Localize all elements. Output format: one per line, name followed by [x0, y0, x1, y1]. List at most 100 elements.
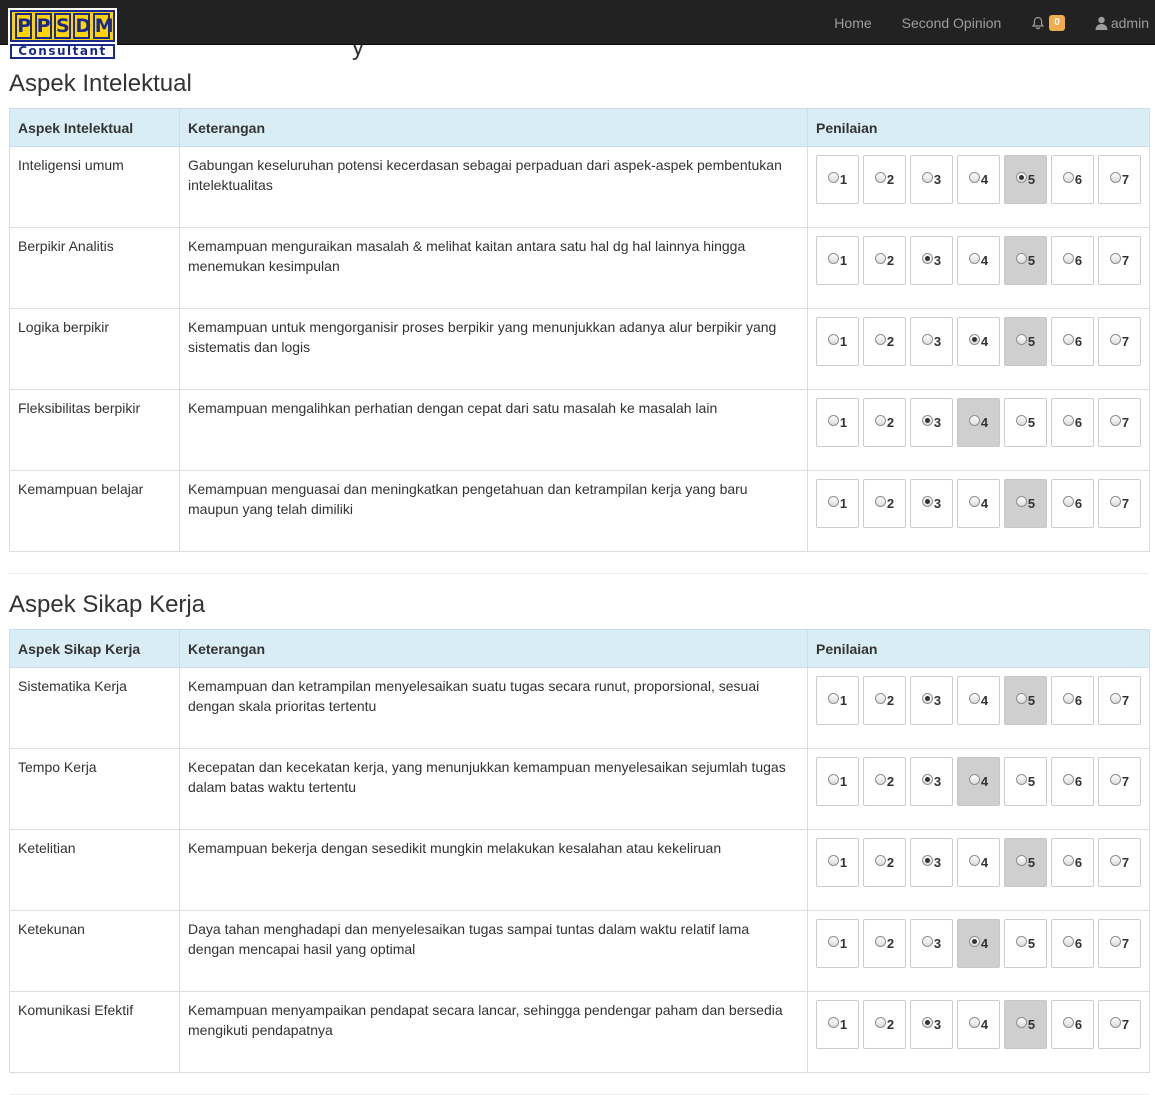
- radio-button[interactable]: [1109, 415, 1121, 426]
- rating-option-4[interactable]: 4: [957, 919, 1000, 968]
- radio-button[interactable]: [968, 253, 980, 264]
- radio-button[interactable]: [968, 855, 980, 866]
- rating-option-1[interactable]: 1: [816, 236, 859, 285]
- radio-button[interactable]: [1109, 253, 1121, 264]
- radio-button[interactable]: [1062, 496, 1074, 507]
- radio-button[interactable]: [968, 693, 980, 704]
- rating-option-1[interactable]: 1: [816, 1000, 859, 1049]
- rating-option-7[interactable]: 7: [1098, 838, 1141, 887]
- radio-button[interactable]: [968, 1017, 980, 1028]
- radio-button[interactable]: [968, 172, 980, 183]
- radio-button[interactable]: [1015, 774, 1027, 785]
- rating-option-7[interactable]: 7: [1098, 236, 1141, 285]
- rating-option-6[interactable]: 6: [1051, 479, 1094, 528]
- radio-button[interactable]: [827, 334, 839, 345]
- rating-option-4[interactable]: 4: [957, 676, 1000, 725]
- radio-button[interactable]: [968, 496, 980, 507]
- rating-option-5[interactable]: 5: [1004, 398, 1047, 447]
- rating-option-6[interactable]: 6: [1051, 236, 1094, 285]
- rating-option-5[interactable]: 5: [1004, 317, 1047, 366]
- rating-option-4[interactable]: 4: [957, 317, 1000, 366]
- user-menu[interactable]: admin: [1080, 0, 1149, 45]
- radio-button[interactable]: [1015, 253, 1027, 264]
- radio-button[interactable]: [1062, 855, 1074, 866]
- radio-button[interactable]: [827, 693, 839, 704]
- radio-button[interactable]: [1062, 253, 1074, 264]
- radio-button[interactable]: [1062, 774, 1074, 785]
- rating-option-2[interactable]: 2: [863, 155, 906, 204]
- radio-button[interactable]: [1109, 1017, 1121, 1028]
- radio-button[interactable]: [968, 415, 980, 426]
- radio-button[interactable]: [1015, 415, 1027, 426]
- rating-option-6[interactable]: 6: [1051, 398, 1094, 447]
- rating-option-5[interactable]: 5: [1004, 676, 1047, 725]
- rating-option-4[interactable]: 4: [957, 398, 1000, 447]
- radio-button[interactable]: [1109, 172, 1121, 183]
- rating-option-6[interactable]: 6: [1051, 317, 1094, 366]
- rating-option-3[interactable]: 3: [910, 155, 953, 204]
- radio-button[interactable]: [1062, 1017, 1074, 1028]
- rating-option-5[interactable]: 5: [1004, 1000, 1047, 1049]
- radio-button[interactable]: [1062, 172, 1074, 183]
- rating-option-7[interactable]: 7: [1098, 757, 1141, 806]
- rating-option-3[interactable]: 3: [910, 838, 953, 887]
- radio-button[interactable]: [827, 415, 839, 426]
- radio-button[interactable]: [921, 774, 933, 785]
- rating-option-6[interactable]: 6: [1051, 1000, 1094, 1049]
- rating-option-1[interactable]: 1: [816, 479, 859, 528]
- rating-option-5[interactable]: 5: [1004, 919, 1047, 968]
- radio-button[interactable]: [874, 172, 886, 183]
- radio-button[interactable]: [921, 172, 933, 183]
- rating-option-6[interactable]: 6: [1051, 676, 1094, 725]
- rating-option-3[interactable]: 3: [910, 1000, 953, 1049]
- nav-home-link[interactable]: Home: [819, 0, 886, 45]
- ppsdm-logo[interactable]: P P S D M Consultant: [8, 8, 117, 61]
- radio-button[interactable]: [921, 936, 933, 947]
- radio-button[interactable]: [874, 774, 886, 785]
- rating-option-1[interactable]: 1: [816, 919, 859, 968]
- rating-option-1[interactable]: 1: [816, 838, 859, 887]
- radio-button[interactable]: [874, 253, 886, 264]
- radio-button[interactable]: [1062, 415, 1074, 426]
- rating-option-3[interactable]: 3: [910, 236, 953, 285]
- rating-option-7[interactable]: 7: [1098, 317, 1141, 366]
- rating-option-2[interactable]: 2: [863, 838, 906, 887]
- rating-option-5[interactable]: 5: [1004, 236, 1047, 285]
- radio-button[interactable]: [1109, 693, 1121, 704]
- rating-option-3[interactable]: 3: [910, 317, 953, 366]
- rating-option-2[interactable]: 2: [863, 317, 906, 366]
- rating-option-7[interactable]: 7: [1098, 398, 1141, 447]
- rating-option-2[interactable]: 2: [863, 757, 906, 806]
- rating-option-1[interactable]: 1: [816, 676, 859, 725]
- radio-button[interactable]: [921, 496, 933, 507]
- rating-option-5[interactable]: 5: [1004, 155, 1047, 204]
- rating-option-4[interactable]: 4: [957, 1000, 1000, 1049]
- radio-button[interactable]: [968, 334, 980, 345]
- rating-option-1[interactable]: 1: [816, 757, 859, 806]
- radio-button[interactable]: [1062, 693, 1074, 704]
- radio-button[interactable]: [1109, 334, 1121, 345]
- radio-button[interactable]: [921, 693, 933, 704]
- rating-option-2[interactable]: 2: [863, 236, 906, 285]
- radio-button[interactable]: [921, 415, 933, 426]
- rating-option-6[interactable]: 6: [1051, 838, 1094, 887]
- rating-option-2[interactable]: 2: [863, 479, 906, 528]
- radio-button[interactable]: [827, 253, 839, 264]
- rating-option-1[interactable]: 1: [816, 155, 859, 204]
- radio-button[interactable]: [874, 496, 886, 507]
- rating-option-5[interactable]: 5: [1004, 479, 1047, 528]
- rating-option-4[interactable]: 4: [957, 155, 1000, 204]
- rating-option-7[interactable]: 7: [1098, 479, 1141, 528]
- rating-option-2[interactable]: 2: [863, 1000, 906, 1049]
- rating-option-3[interactable]: 3: [910, 398, 953, 447]
- radio-button[interactable]: [827, 172, 839, 183]
- radio-button[interactable]: [921, 1017, 933, 1028]
- radio-button[interactable]: [874, 936, 886, 947]
- rating-option-4[interactable]: 4: [957, 236, 1000, 285]
- radio-button[interactable]: [827, 936, 839, 947]
- rating-option-2[interactable]: 2: [863, 676, 906, 725]
- radio-button[interactable]: [1015, 1017, 1027, 1028]
- rating-option-4[interactable]: 4: [957, 757, 1000, 806]
- radio-button[interactable]: [1109, 496, 1121, 507]
- rating-option-2[interactable]: 2: [863, 398, 906, 447]
